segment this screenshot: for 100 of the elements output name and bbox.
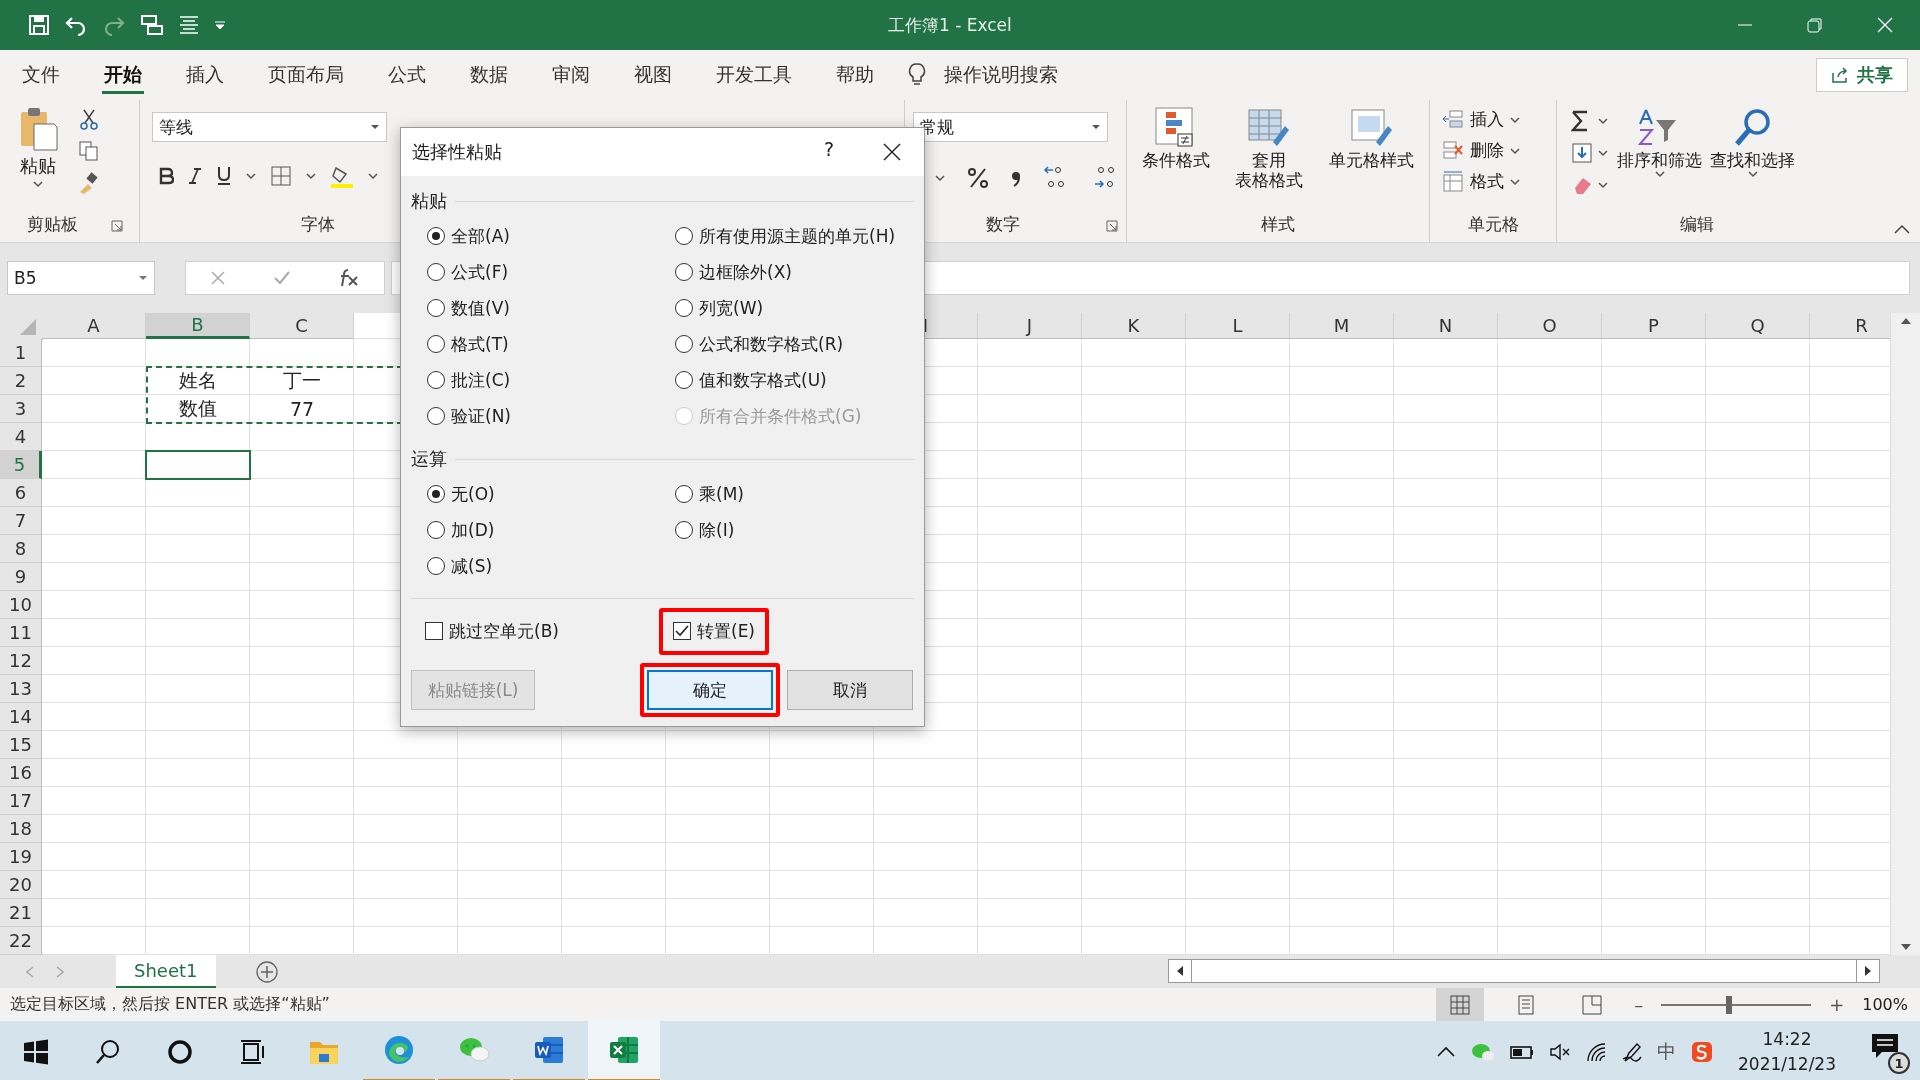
row-header[interactable]: 11: [0, 619, 42, 647]
radio-button[interactable]: [427, 335, 445, 353]
undo-icon[interactable]: [64, 14, 88, 36]
normal-view-button[interactable]: [1436, 988, 1485, 1021]
paste-label[interactable]: 粘贴: [20, 154, 56, 178]
radio-option[interactable]: 所有使用源主题的单元(H): [675, 224, 896, 248]
row-header[interactable]: 4: [0, 423, 42, 451]
zoom-level[interactable]: 100%: [1862, 995, 1908, 1014]
cells-button[interactable]: 插入: [1442, 108, 1556, 131]
checkbox[interactable]: [425, 622, 443, 640]
circle-icon[interactable]: [166, 1038, 194, 1066]
column-header[interactable]: K: [1082, 313, 1186, 339]
radio-option[interactable]: 加(D): [427, 518, 495, 542]
dialog-button[interactable]: 取消: [787, 670, 913, 710]
radio-option[interactable]: 格式(T): [427, 332, 509, 356]
caret-icon[interactable]: [935, 174, 945, 182]
windows-start-icon[interactable]: [22, 1038, 50, 1066]
ribbon-tab[interactable]: 公式: [366, 50, 448, 100]
taskbar-app[interactable]: [588, 1021, 660, 1080]
caret-icon[interactable]: [246, 172, 256, 180]
borders-icon[interactable]: [270, 165, 292, 187]
column-header[interactable]: L: [1186, 313, 1290, 339]
underline-icon[interactable]: [216, 166, 232, 186]
radio-button[interactable]: [675, 371, 693, 389]
row-header[interactable]: 13: [0, 675, 42, 703]
check-icon[interactable]: [273, 270, 291, 286]
horizontal-scrollbar[interactable]: [1168, 959, 1880, 983]
column-header[interactable]: A: [42, 313, 146, 339]
checkbox-option[interactable]: 转置(E): [673, 619, 755, 643]
brush-icon[interactable]: [78, 172, 100, 194]
radio-option[interactable]: 列宽(W): [675, 296, 764, 320]
column-header[interactable]: C: [250, 313, 354, 339]
customize-icon[interactable]: [214, 20, 226, 30]
radio-option[interactable]: 公式和数字格式(R): [675, 332, 844, 356]
zoom-out-button[interactable]: –: [1634, 994, 1644, 1015]
row-header[interactable]: 16: [0, 759, 42, 787]
radio-option[interactable]: 值和数字格式(U): [675, 368, 827, 392]
radio-option[interactable]: 公式(F): [427, 260, 509, 284]
zoom-in-button[interactable]: +: [1829, 994, 1845, 1015]
pen-icon[interactable]: [1621, 1041, 1643, 1063]
row-header[interactable]: 14: [0, 703, 42, 731]
radio-option[interactable]: 验证(N): [427, 404, 511, 428]
task-view-icon[interactable]: [238, 1038, 266, 1066]
radio-option[interactable]: 乘(M): [675, 482, 744, 506]
column-header[interactable]: R: [1810, 313, 1890, 339]
column-header[interactable]: J: [978, 313, 1082, 339]
row-header[interactable]: 15: [0, 731, 42, 759]
row-header[interactable]: 8: [0, 535, 42, 563]
ribbon-tab[interactable]: 页面布局: [246, 50, 366, 100]
row-header[interactable]: 3: [0, 395, 42, 423]
radio-option[interactable]: 无(O): [427, 482, 495, 506]
radio-option[interactable]: 全部(A): [427, 224, 510, 248]
launcher-icon[interactable]: [111, 220, 123, 232]
radio-button[interactable]: [675, 227, 693, 245]
radio-option[interactable]: 批注(C): [427, 368, 511, 392]
layout-icon[interactable]: [140, 13, 164, 37]
search-hint[interactable]: 操作说明搜索: [944, 62, 1058, 88]
share-button[interactable]: 共享: [1816, 58, 1908, 92]
row-header[interactable]: 7: [0, 507, 42, 535]
input-method-indicator[interactable]: 中: [1657, 1039, 1676, 1065]
row-header[interactable]: 10: [0, 591, 42, 619]
caret-icon[interactable]: [306, 172, 316, 180]
column-header[interactable]: Q: [1706, 313, 1810, 339]
fill-down-icon[interactable]: [1571, 142, 1611, 164]
checkbox-option[interactable]: 跳过空单元(B): [425, 619, 559, 643]
radio-button[interactable]: [427, 557, 445, 575]
radio-option[interactable]: 数值(V): [427, 296, 510, 320]
scroll-left-icon[interactable]: [1175, 965, 1185, 977]
ribbon-tab[interactable]: 插入: [164, 50, 246, 100]
styles-button[interactable]: 套用 表格格式: [1235, 106, 1304, 191]
radio-button[interactable]: [427, 263, 445, 281]
styles-button[interactable]: 单元格样式: [1329, 106, 1415, 191]
fill-color-icon[interactable]: [330, 164, 354, 188]
add-sheet-icon[interactable]: [255, 960, 278, 983]
ok-button[interactable]: 确定: [647, 670, 773, 710]
button-label[interactable]: 表格格式: [1235, 170, 1304, 191]
autosum-icon[interactable]: [1571, 110, 1611, 132]
row-header[interactable]: 12: [0, 647, 42, 675]
column-header[interactable]: M: [1290, 313, 1394, 339]
column-header[interactable]: O: [1498, 313, 1602, 339]
column-header[interactable]: N: [1394, 313, 1498, 339]
button-label[interactable]: 条件格式: [1141, 150, 1210, 171]
ribbon-tab[interactable]: 审阅: [530, 50, 612, 100]
copy-icon[interactable]: [78, 140, 100, 162]
ribbon-tab[interactable]: 开始: [82, 50, 164, 100]
radio-button[interactable]: [427, 299, 445, 317]
cells-button[interactable]: 格式: [1442, 170, 1556, 193]
row-header[interactable]: 18: [0, 815, 42, 843]
save-icon[interactable]: [28, 14, 50, 36]
radio-button[interactable]: [427, 407, 445, 425]
radio-option[interactable]: 减(S): [427, 554, 493, 578]
function-icon[interactable]: [338, 268, 361, 288]
editing-button[interactable]: 排序和筛选: [1617, 106, 1702, 196]
radio-button[interactable]: [675, 485, 693, 503]
row-header[interactable]: 17: [0, 787, 42, 815]
row-header[interactable]: 1: [0, 339, 42, 367]
ribbon-tab[interactable]: 数据: [448, 50, 530, 100]
column-header[interactable]: P: [1602, 313, 1706, 339]
styles-button[interactable]: 条件格式: [1141, 106, 1210, 191]
scroll-right-icon[interactable]: [1863, 965, 1873, 977]
